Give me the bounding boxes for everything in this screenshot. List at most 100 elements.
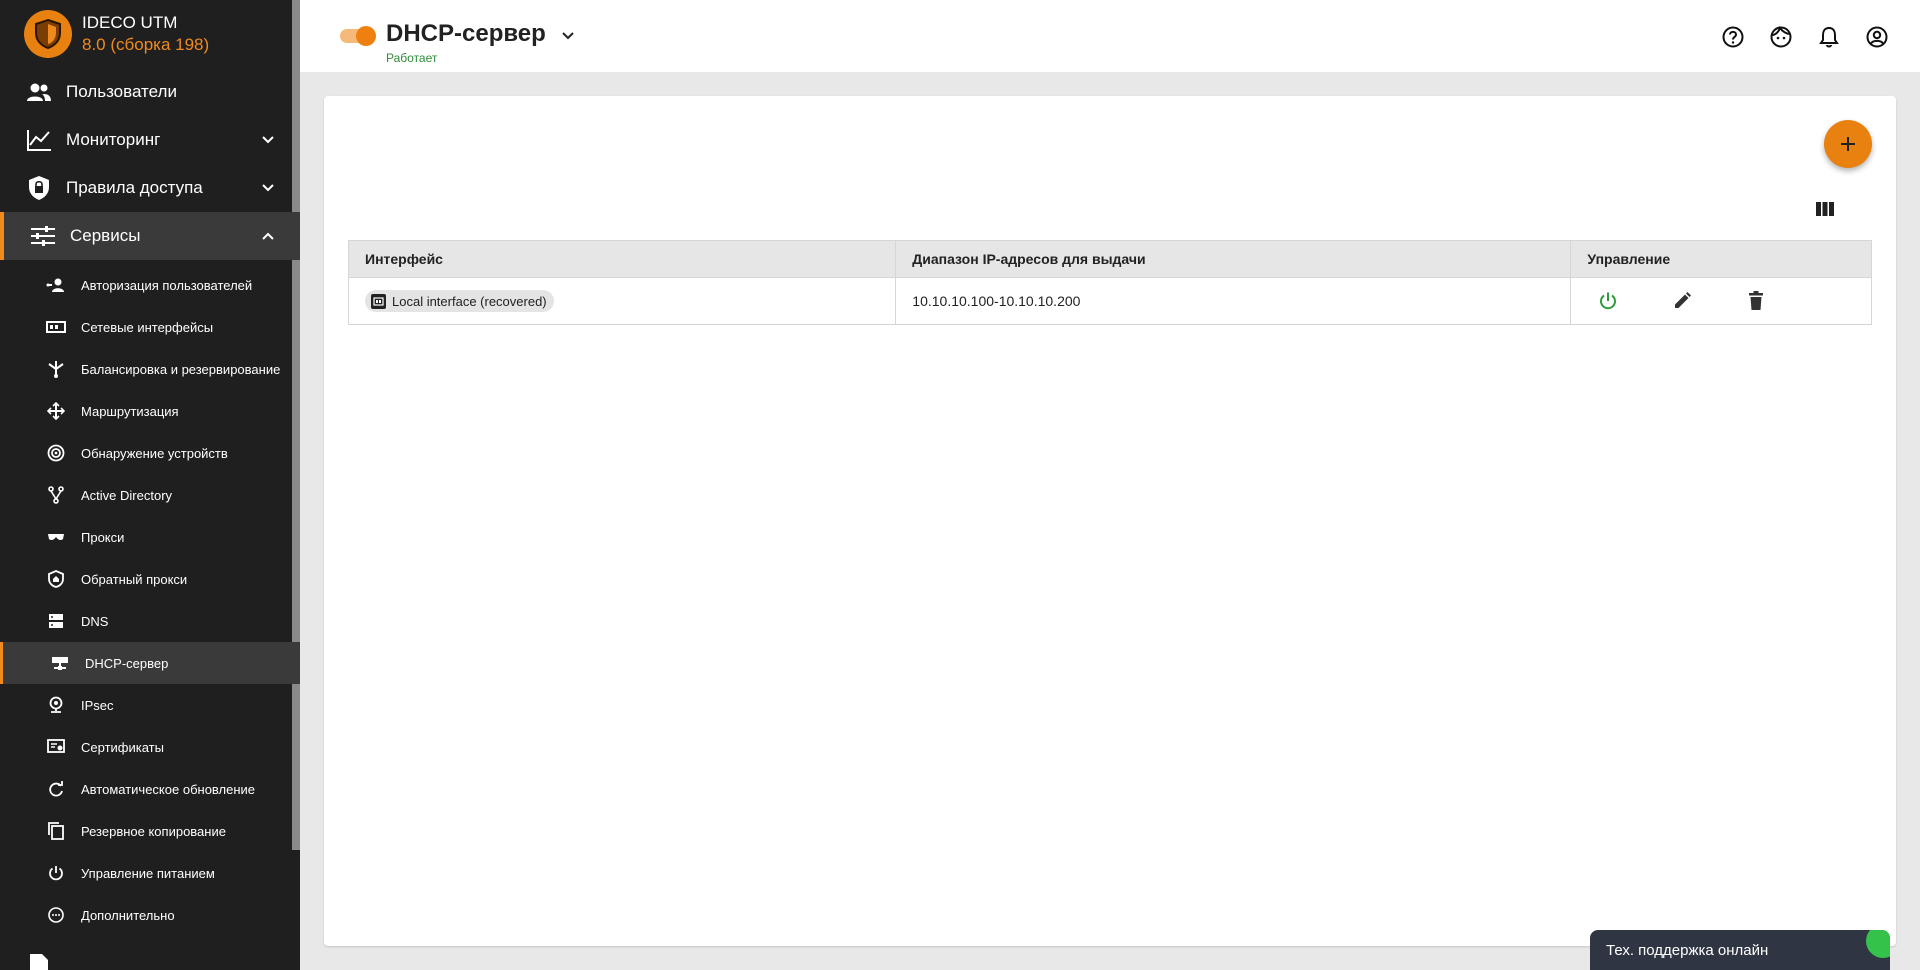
sidebar-item-ipsec[interactable]: IPsec (0, 684, 300, 726)
sidebar-item-label: DNS (81, 613, 109, 629)
columns-button[interactable] (1812, 196, 1838, 222)
nav-label-services: Сервисы (70, 226, 141, 245)
dns-icon (46, 611, 66, 631)
reverse-proxy-icon (46, 569, 66, 589)
sidebar-item-label: Обратный прокси (81, 571, 188, 587)
chevron-down-icon (258, 130, 278, 150)
sidebar-item-backup[interactable]: Резервное копирование (0, 810, 300, 852)
ipsec-icon (46, 695, 66, 715)
interface-chip: Local interface (recovered) (365, 290, 554, 312)
chevron-down-icon[interactable] (558, 26, 578, 46)
sidebar-item-balancing[interactable]: Балансировка и резервирование (0, 348, 300, 390)
sidebar-item-label: Обнаружение устройств (81, 445, 228, 461)
sidebar-item-label: Автоматическое обновление (81, 781, 256, 797)
sidebar-item-label: Сертификаты (81, 739, 164, 755)
sidebar-item-more[interactable]: Дополнительно (0, 894, 300, 936)
sidebar-item-label: Прокси (81, 529, 125, 545)
sliders-icon (30, 223, 56, 249)
support-label: Тех. поддержка онлайн (1606, 942, 1769, 959)
nav-item-monitoring[interactable]: Мониторинг (0, 116, 300, 164)
network-interface-icon (46, 317, 66, 337)
sidebar-item-label: Резервное копирование (81, 823, 226, 839)
nav-item-services[interactable]: Сервисы (0, 212, 300, 260)
sidebar-item-user-auth[interactable]: Авторизация пользователей (0, 264, 300, 306)
bell-icon[interactable] (1816, 24, 1842, 50)
service-status: Работает (386, 51, 438, 65)
account-icon[interactable] (1864, 24, 1890, 50)
dhcp-table: Интерфейс Диапазон IP-адресов для выдачи… (348, 240, 1872, 325)
radar-icon (46, 443, 66, 463)
directory-icon (46, 485, 66, 505)
shield-logo-icon (24, 10, 72, 58)
sidebar-item-label: DHCP-сервер (85, 655, 169, 671)
brand[interactable]: IDECO UTM 8.0 (сборка 198) (0, 0, 300, 68)
sidebar-item-label: Балансировка и резервирование (81, 361, 281, 377)
table-row[interactable]: Local interface (recovered) 10.10.10.100… (349, 278, 1871, 324)
power-icon (1600, 292, 1617, 310)
help-icon[interactable] (1720, 24, 1746, 50)
table-header: Интерфейс Диапазон IP-адресов для выдачи… (349, 241, 1871, 278)
balancing-icon (46, 359, 66, 379)
more-icon (46, 905, 66, 925)
sidebar-item-network-interfaces[interactable]: Сетевые интерфейсы (0, 306, 300, 348)
nav-item-access-rules[interactable]: Правила доступа (0, 164, 300, 212)
sidebar-item-label: Авторизация пользователей (81, 277, 253, 293)
delete-button[interactable] (1719, 288, 1793, 314)
sidebar-item-label: Управление питанием (81, 865, 215, 881)
chevron-down-icon (258, 178, 278, 198)
brand-version: 8.0 (сборка 198) (82, 35, 210, 54)
sidebar-item-power[interactable]: Управление питанием (0, 852, 300, 894)
sidebar-item-label: Сетевые интерфейсы (81, 319, 214, 335)
sidebar-item-label: Active Directory (81, 487, 173, 503)
trash-icon (1749, 291, 1764, 310)
power-toggle-button[interactable] (1571, 288, 1645, 314)
sidebar-item-device-discovery[interactable]: Обнаружение устройств (0, 432, 300, 474)
sidebar-item-routing[interactable]: Маршрутизация (0, 390, 300, 432)
column-header-interface[interactable]: Интерфейс (349, 241, 897, 277)
sidebar-item-auto-update[interactable]: Автоматическое обновление (0, 768, 300, 810)
nav-label-users: Пользователи (66, 82, 177, 101)
chart-line-icon (26, 127, 52, 153)
column-header-range[interactable]: Диапазон IP-адресов для выдачи (896, 241, 1572, 277)
support-face-icon[interactable] (1768, 24, 1794, 50)
sidebar-item-reverse-proxy[interactable]: Обратный прокси (0, 558, 300, 600)
sidebar-item-label: Дополнительно (81, 907, 175, 923)
sidebar-item-label: Маршрутизация (81, 403, 179, 419)
online-status-indicator (1866, 930, 1890, 958)
toggle-knob (356, 26, 376, 46)
support-chat-widget[interactable]: Тех. поддержка онлайн (1590, 930, 1890, 970)
sidebar-item-dns[interactable]: DNS (0, 600, 300, 642)
network-interface-icon (371, 293, 386, 309)
sidebar-item-active-directory[interactable]: Active Directory (0, 474, 300, 516)
document-icon (26, 953, 52, 970)
nav-item-next[interactable] (0, 942, 300, 970)
power-icon (46, 863, 66, 883)
column-header-actions: Управление (1587, 251, 1671, 267)
brand-name: IDECO UTM (82, 13, 178, 32)
copy-icon (46, 821, 66, 841)
sidebar-item-label: IPsec (81, 697, 114, 713)
edit-button[interactable] (1645, 288, 1719, 314)
nav-label-monitoring: Мониторинг (66, 130, 161, 149)
sidebar-item-dhcp-server[interactable]: DHCP-сервер (0, 642, 300, 684)
cell-interface: Local interface (recovered) (349, 278, 897, 324)
service-toggle[interactable] (340, 26, 376, 46)
page-header: DHCP-сервер Работает (300, 0, 1920, 72)
certificate-icon (46, 737, 66, 757)
cell-actions (1571, 278, 1871, 324)
sidebar-item-certificates[interactable]: Сертификаты (0, 726, 300, 768)
refresh-icon (46, 779, 66, 799)
sidebar: IDECO UTM 8.0 (сборка 198) Пользователи … (0, 0, 300, 970)
users-icon (26, 79, 52, 105)
cell-range: 10.10.10.100-10.10.10.200 (896, 278, 1572, 324)
nav-item-users[interactable]: Пользователи (0, 68, 300, 116)
proxy-icon (46, 527, 66, 547)
user-auth-icon (46, 275, 66, 295)
dhcp-icon (50, 653, 70, 673)
page-title: DHCP-сервер (386, 20, 546, 47)
interface-name: Local interface (recovered) (392, 293, 547, 309)
columns-icon (1816, 202, 1834, 216)
sidebar-item-proxy[interactable]: Прокси (0, 516, 300, 558)
add-button[interactable] (1824, 120, 1872, 168)
routing-icon (46, 401, 66, 421)
